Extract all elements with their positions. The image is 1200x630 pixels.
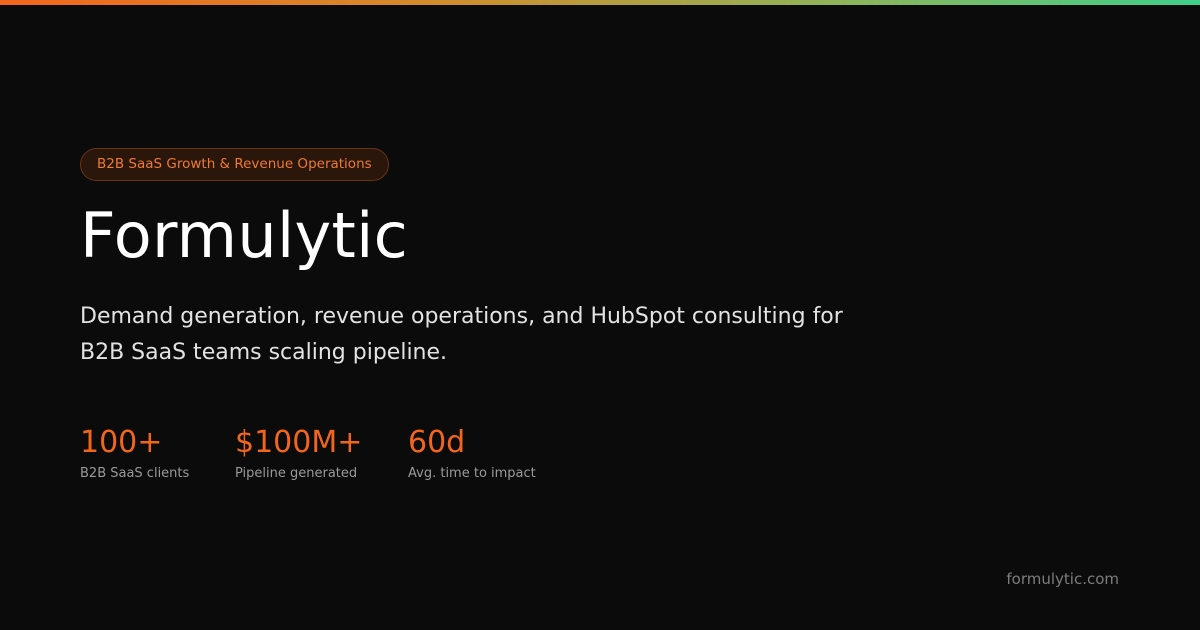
stat-value: $100M+	[235, 425, 363, 460]
stats-row: 100+ B2B SaaS clients $100M+ Pipeline ge…	[80, 425, 1120, 483]
stat-label: Avg. time to impact	[408, 466, 536, 481]
brand-title: Formulytic	[80, 199, 409, 272]
stat-clients: 100+ B2B SaaS clients	[80, 425, 235, 483]
website-domain: formulytic.com	[1006, 570, 1119, 588]
brand-tagline: Demand generation, revenue operations, a…	[80, 304, 843, 365]
stat-time-to-impact: 60d Avg. time to impact	[408, 425, 608, 483]
gradient-accent-bar	[0, 0, 1200, 5]
stat-label: Pipeline generated	[235, 466, 358, 481]
stat-label: B2B SaaS clients	[80, 466, 190, 481]
hero-content: B2B SaaS Growth & Revenue Operations For…	[80, 148, 1120, 483]
category-badge: B2B SaaS Growth & Revenue Operations	[80, 148, 389, 181]
stat-value: 100+	[80, 425, 163, 460]
stat-pipeline: $100M+ Pipeline generated	[235, 425, 408, 483]
stat-value: 60d	[408, 425, 466, 460]
